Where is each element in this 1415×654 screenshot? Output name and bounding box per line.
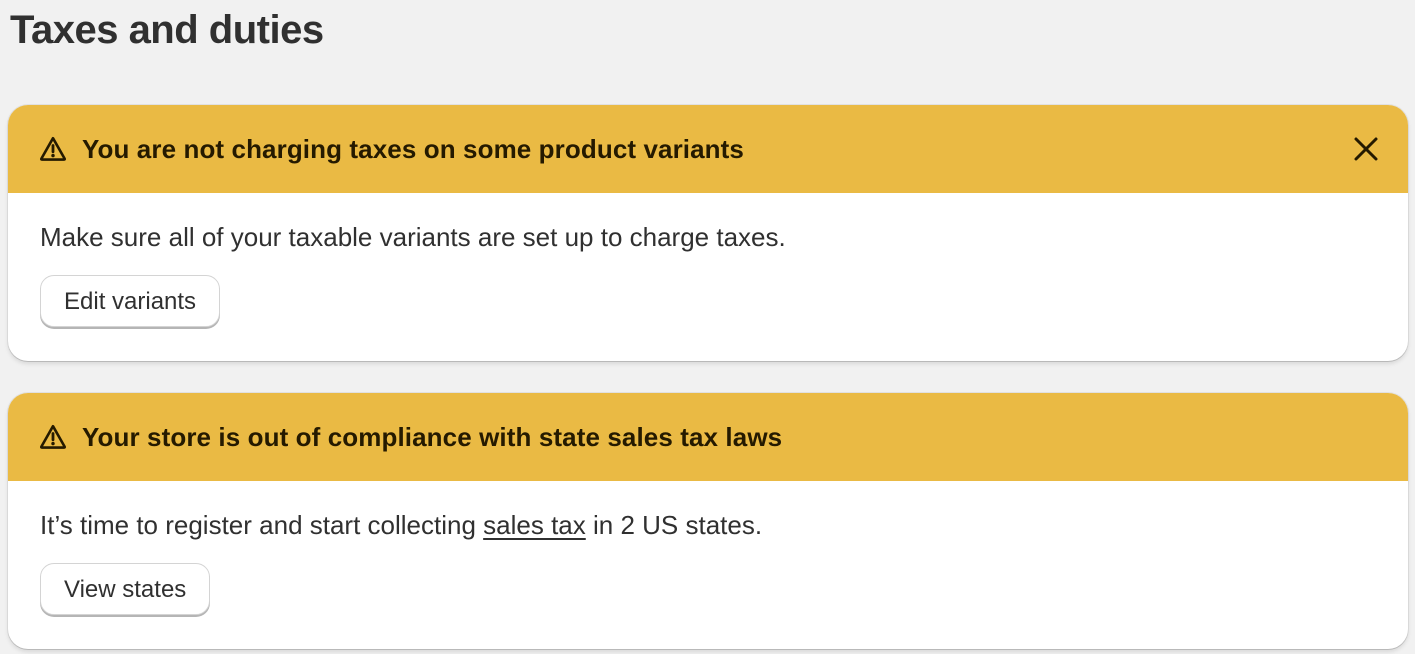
warning-triangle-icon — [38, 422, 68, 452]
banner-body: Make sure all of your taxable variants a… — [8, 193, 1408, 327]
banner-header: Your store is out of compliance with sta… — [8, 393, 1408, 481]
taxes-page: Taxes and duties You are not charging ta… — [0, 0, 1415, 654]
warning-triangle-icon — [38, 134, 68, 164]
banner-message: It’s time to register and start collecti… — [40, 507, 1376, 543]
banner-sales-tax-compliance: Your store is out of compliance with sta… — [8, 393, 1408, 649]
view-states-button[interactable]: View states — [40, 563, 211, 615]
message-suffix: in 2 US states. — [585, 510, 763, 540]
edit-variants-button[interactable]: Edit variants — [40, 275, 221, 327]
close-icon[interactable] — [1350, 133, 1382, 165]
banner-message: Make sure all of your taxable variants a… — [40, 222, 786, 252]
page-title: Taxes and duties — [10, 8, 324, 52]
sales-tax-link[interactable]: sales tax — [483, 510, 586, 540]
banner-title: You are not charging taxes on some produ… — [82, 133, 744, 164]
message-prefix: It’s time to register and start collecti… — [40, 510, 484, 540]
banner-body: It’s time to register and start collecti… — [8, 481, 1408, 615]
banner-title: Your store is out of compliance with sta… — [82, 421, 783, 452]
banner-header: You are not charging taxes on some produ… — [8, 105, 1408, 193]
banner-untaxed-variants: You are not charging taxes on some produ… — [8, 105, 1408, 361]
